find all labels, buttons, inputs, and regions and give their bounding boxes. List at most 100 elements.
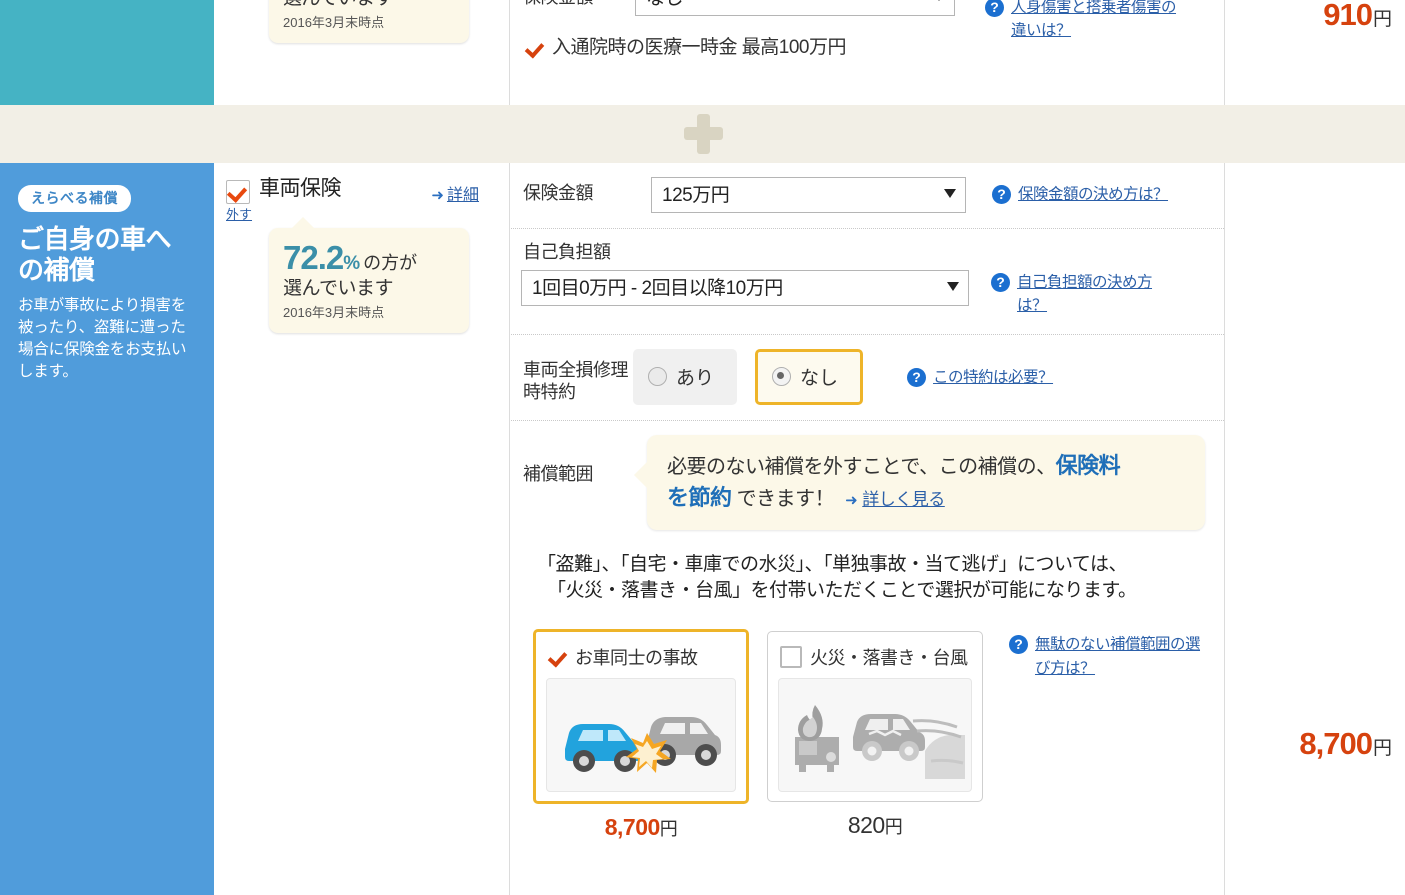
fire-graffiti-typhoon-icon bbox=[778, 678, 972, 793]
rider-option-ari[interactable]: あり bbox=[633, 348, 738, 405]
savings-callout: 必要のない補償を外すことで、この補償の、保険料 を節約 できます！ ➜ 詳しく見… bbox=[634, 434, 1205, 530]
rider-option-ari-label: あり bbox=[676, 368, 715, 389]
deductible-label: 自己負担額 bbox=[523, 242, 611, 262]
vehicle-price: 8,700円 bbox=[1299, 726, 1392, 762]
callout-more-link[interactable]: 詳しく見る bbox=[862, 490, 945, 509]
vehicle-detail-link[interactable]: ➜ 詳細 bbox=[431, 181, 479, 205]
question-icon: ? bbox=[991, 273, 1010, 292]
stat-percent-unit: % bbox=[343, 253, 361, 274]
coverage-scope-help-link[interactable]: 無駄のない補償範囲の選び方は？ bbox=[1035, 633, 1212, 680]
question-icon: ? bbox=[992, 185, 1011, 204]
coverage-card-collision-head: お車同士の事故 bbox=[546, 642, 736, 672]
section-divider bbox=[0, 105, 1405, 163]
deductible-select[interactable]: 1回目0万円 - 2回目以降10万円 bbox=[521, 269, 969, 306]
coverage-option-cards: お車同士の事故 8,700円 火災・落書き・台風 820円 ? 無駄のない補償範… bbox=[533, 629, 1212, 841]
question-icon: ? bbox=[1009, 635, 1028, 655]
row-deductible: 自己負担額 1回目0万円 - 2回目以降10万円 ? 自己負担額の決め方は？ bbox=[511, 229, 1224, 335]
radio-icon bbox=[772, 367, 792, 386]
coverage-scope-label: 補償範囲 bbox=[523, 463, 594, 484]
question-icon: ? bbox=[985, 0, 1004, 17]
insured-amount-label: 保険金額 bbox=[523, 183, 594, 203]
vehicle-insurance-checkbox[interactable] bbox=[226, 180, 250, 204]
stat-asof: 2016年3月末時点 bbox=[283, 14, 385, 30]
callout-highlight-2: を節約 bbox=[667, 484, 732, 510]
coverage-section-vehicle: えらべる補償 ご自身の車への補償 お車が事故により損害を被ったり、盗難に遭った場… bbox=[0, 163, 1405, 895]
rider-option-nashi-label: なし bbox=[800, 368, 839, 389]
car-collision-icon bbox=[546, 678, 736, 793]
coverage-card-collision-title: お車同士の事故 bbox=[575, 648, 698, 669]
quote-page: 70.7%の方が 選んでいます 2016年3月末時点 保険金額 なし ? 人身傷… bbox=[0, 0, 1405, 895]
vehicle-price-value: 8,700 bbox=[1299, 726, 1373, 761]
total-loss-rider-help: ? この特約は必要？ bbox=[907, 366, 1054, 389]
arrow-right-icon: ➜ bbox=[845, 491, 858, 509]
callout-line1: 必要のない補償を外すことで、この補償の、保険料 bbox=[667, 450, 1187, 482]
coverage-card-disaster[interactable]: 火災・落書き・台風 bbox=[767, 631, 983, 803]
vehicle-detail-label: 詳細 bbox=[446, 187, 479, 204]
radio-icon bbox=[648, 367, 667, 386]
chevron-down-icon bbox=[944, 189, 956, 198]
coverage-note-line2: 「火災・落書き・台風」を付帯いただくことで選択が可能になります。 bbox=[547, 580, 1137, 602]
coverage-card-wrap-collision: お車同士の事故 8,700円 bbox=[533, 629, 749, 841]
coverage-card-disaster-title: 火災・落書き・台風 bbox=[810, 648, 968, 669]
stat-line2: 選んでいます bbox=[283, 278, 394, 299]
check-icon bbox=[548, 649, 568, 665]
row-insured-amount: 保険金額 125万円 ? 保険金額の決め方は？ bbox=[511, 163, 1224, 229]
total-loss-rider-help-link[interactable]: この特約は必要？ bbox=[933, 366, 1054, 389]
passenger-amount-value: なし bbox=[646, 0, 684, 9]
question-icon: ? bbox=[907, 367, 927, 387]
selection-stat-bubble-passenger: 70.7%の方が 選んでいます 2016年3月末時点 bbox=[269, 0, 469, 43]
deductible-help: ? 自己負担額の決め方は？ bbox=[991, 271, 1181, 318]
coverage-card-disaster-head: 火災・落書き・台風 bbox=[778, 642, 972, 672]
vehicle-price-unit: 円 bbox=[1372, 738, 1392, 759]
form-column-passenger: 保険金額 なし ? 人身傷害と搭乗者傷害の違いは？ 入通院時の医療一時金 最高1… bbox=[511, 0, 1225, 105]
coverage-note: 「盗難」、「自宅・車庫での水災」、「単独事故・当て逃げ」については、 「火災・落… bbox=[537, 552, 1212, 606]
passenger-amount-select[interactable]: なし bbox=[635, 0, 955, 16]
vehicle-remove-link[interactable]: 外す bbox=[226, 204, 252, 223]
coverage-card-disaster-price: 820円 bbox=[767, 812, 983, 839]
insured-amount-help: ? 保険金額の決め方は？ bbox=[992, 183, 1169, 206]
callout-highlight-1: 保険料 bbox=[1055, 452, 1121, 478]
arrow-right-icon: ➜ bbox=[431, 187, 444, 204]
chevron-down-icon bbox=[947, 281, 959, 291]
price-column-passenger: 910円 bbox=[1226, 0, 1405, 105]
row-total-loss-rider: 車両全損修理時特約 あり なし ? この特約は必要？ bbox=[511, 335, 1224, 421]
callout-text-2: できます！ bbox=[736, 487, 835, 510]
checkbox-empty-icon[interactable] bbox=[780, 646, 802, 669]
coverage-card-disaster-price-unit: 円 bbox=[884, 817, 903, 838]
stat-suffix: の方が bbox=[363, 253, 418, 273]
passenger-amount-label: 保険金額 bbox=[523, 0, 635, 9]
coverage-scope-help: ? 無駄のない補償範囲の選び方は？ bbox=[1009, 633, 1212, 680]
deductible-value: 1回目0万円 - 2回目以降10万円 bbox=[532, 277, 783, 299]
callout-text-1: 必要のない補償を外すことで、この補償の、 bbox=[667, 455, 1056, 478]
insured-amount-value: 125万円 bbox=[662, 185, 730, 206]
deductible-help-link[interactable]: 自己負担額の決め方は？ bbox=[1017, 271, 1181, 318]
stat-line2: 選んでいます bbox=[283, 0, 455, 11]
promo-title: ご自身の車への補償 bbox=[18, 224, 172, 285]
promo-panel-passenger bbox=[0, 0, 214, 105]
check-icon bbox=[525, 40, 545, 56]
passenger-price-unit: 円 bbox=[1372, 9, 1392, 30]
callout-line2: を節約 できます！ ➜ 詳しく見る bbox=[667, 482, 1187, 514]
checkbox-column-vehicle: 車両保険 外す ➜ 詳細 72.2% の方が 選んでいます 2016年3月末時点 bbox=[214, 163, 510, 895]
selection-stat-bubble-vehicle: 72.2% の方が 選んでいます 2016年3月末時点 bbox=[269, 217, 469, 333]
coverage-section-passenger: 70.7%の方が 選んでいます 2016年3月末時点 保険金額 なし ? 人身傷… bbox=[0, 0, 1405, 105]
coverage-card-collision-price: 8,700円 bbox=[533, 814, 749, 841]
insured-amount-help-link[interactable]: 保険金額の決め方は？ bbox=[1018, 183, 1169, 206]
rider-option-nashi[interactable]: なし bbox=[755, 348, 864, 405]
coverage-card-collision-price-value: 8,700 bbox=[604, 814, 661, 841]
coverage-card-collision[interactable]: お車同士の事故 bbox=[533, 629, 749, 805]
promo-description: お車が事故により損害を被ったり、盗難に遭った場合に保険金をお支払いします。 bbox=[18, 297, 187, 381]
vehicle-checkbox-row: 車両保険 外す ➜ 詳細 bbox=[214, 163, 509, 222]
coverage-note-line1: 「盗難」、「自宅・車庫での水災」、「単独事故・当て逃げ」については、 bbox=[537, 553, 1128, 575]
stat-percent: 72.2 bbox=[283, 239, 344, 276]
insured-amount-select[interactable]: 125万円 bbox=[651, 177, 966, 213]
passenger-price-value: 910 bbox=[1323, 0, 1373, 32]
form-column-vehicle: 保険金額 125万円 ? 保険金額の決め方は？ 自己負担額 1回目0万円 - 2… bbox=[511, 163, 1225, 895]
coverage-card-collision-price-unit: 円 bbox=[659, 819, 678, 840]
row-coverage-scope: 補償範囲 必要のない補償を外すことで、この補償の、保険料 を節約 できます！ ➜… bbox=[511, 421, 1224, 842]
total-loss-rider-label: 車両全損修理時特約 bbox=[523, 359, 629, 403]
price-column-vehicle: 8,700円 bbox=[1226, 163, 1405, 895]
checkbox-column-passenger: 70.7%の方が 選んでいます 2016年3月末時点 bbox=[214, 0, 510, 105]
coverage-card-wrap-disaster: 火災・落書き・台風 820円 bbox=[767, 629, 983, 839]
chevron-down-icon bbox=[933, 0, 945, 1]
